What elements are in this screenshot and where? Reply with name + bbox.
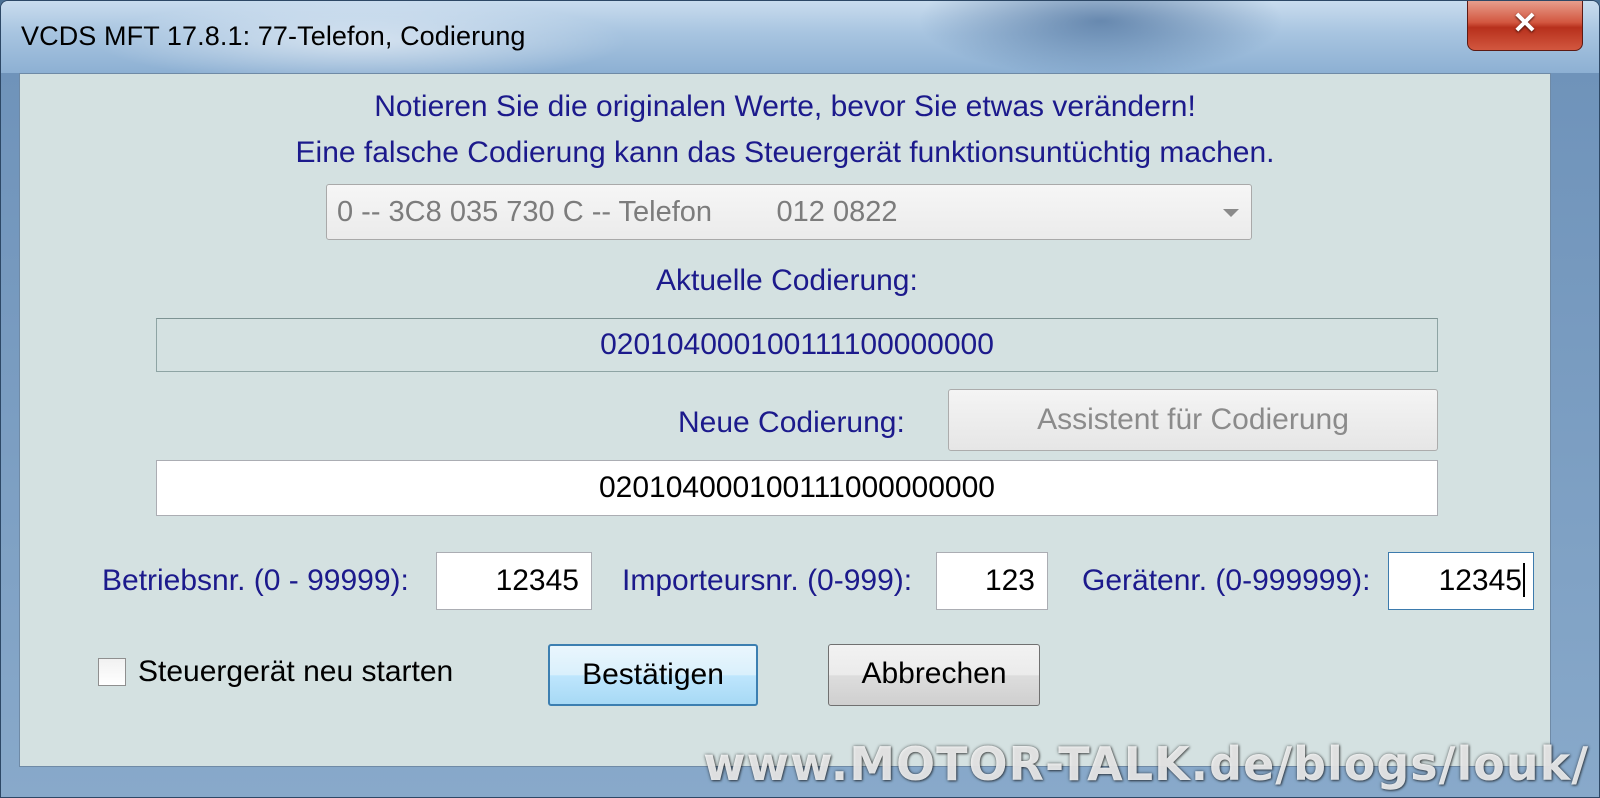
confirm-button[interactable]: Bestätigen xyxy=(548,644,758,706)
new-coding-label: Neue Codierung: xyxy=(678,406,905,439)
warning-text-line-2: Eine falsche Codierung kann das Steuerge… xyxy=(295,136,1275,169)
betriebsnr-input[interactable]: 12345 xyxy=(436,552,592,610)
title-bar[interactable]: VCDS MFT 17.8.1: 77-Telefon, Codierung ✕ xyxy=(1,1,1599,73)
text-caret xyxy=(1523,563,1525,598)
importeursnr-input[interactable]: 123 xyxy=(936,552,1048,610)
restart-checkbox[interactable] xyxy=(98,658,126,686)
current-coding-label: Aktuelle Codierung: xyxy=(656,264,918,297)
new-coding-input[interactable]: 020104000100111000000000 xyxy=(156,460,1438,516)
current-coding-field: 020104000100111100000000 xyxy=(156,318,1438,372)
close-button[interactable]: ✕ xyxy=(1467,1,1583,51)
module-select-value: 0 -- 3C8 035 730 C -- Telefon 012 0822 xyxy=(337,196,898,228)
importeursnr-label: Importeursnr. (0-999): xyxy=(622,564,913,597)
cancel-button[interactable]: Abbrechen xyxy=(828,644,1040,706)
betriebsnr-label: Betriebsnr. (0 - 99999): xyxy=(102,564,409,597)
chevron-down-icon[interactable] xyxy=(1223,209,1239,217)
geraetenr-value: 12345 xyxy=(1438,564,1522,597)
watermark: www.MOTOR-TALK.de/blogs/louk/ xyxy=(703,737,1589,791)
dialog-client-area: Notieren Sie die originalen Werte, bevor… xyxy=(19,73,1551,767)
dialog-window: VCDS MFT 17.8.1: 77-Telefon, Codierung ✕… xyxy=(0,0,1600,798)
geraetenr-label: Gerätenr. (0-999999): xyxy=(1082,564,1371,597)
restart-checkbox-label[interactable]: Steuergerät neu starten xyxy=(138,655,453,689)
module-select[interactable]: 0 -- 3C8 035 730 C -- Telefon 012 0822 xyxy=(326,184,1252,240)
coding-assistant-button[interactable]: Assistent für Codierung xyxy=(948,389,1438,451)
warning-text-line-1: Notieren Sie die originalen Werte, bevor… xyxy=(374,90,1196,123)
close-icon: ✕ xyxy=(1512,7,1538,40)
window-title: VCDS MFT 17.8.1: 77-Telefon, Codierung xyxy=(21,21,526,51)
geraetenr-input[interactable]: 12345 xyxy=(1388,552,1534,610)
